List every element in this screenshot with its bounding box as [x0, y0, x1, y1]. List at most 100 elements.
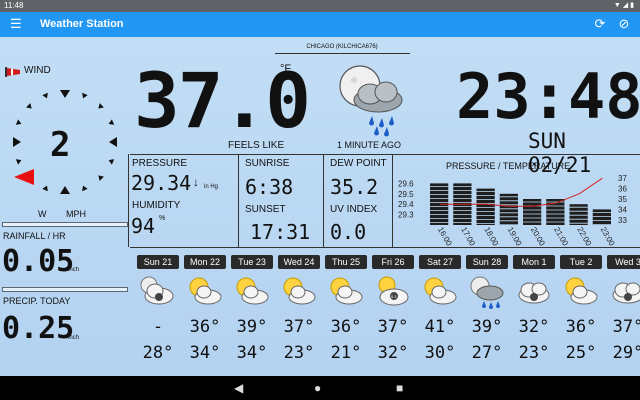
cloudy-icon [513, 273, 555, 309]
forecast-low: 34° [236, 343, 268, 363]
forecast-day-3[interactable]: Wed 24 [278, 255, 320, 269]
compass-tick [98, 175, 104, 181]
chart-left-tick: 29.5 [398, 190, 414, 199]
cloudy-icon [607, 273, 640, 309]
home-icon[interactable]: ● [314, 380, 321, 396]
compass-tick [82, 92, 88, 99]
chart-x-tick: 20:00 [529, 226, 547, 248]
forecast-day-9[interactable]: Tue 2 [560, 255, 602, 269]
refresh-icon[interactable]: ⟳ [592, 16, 608, 32]
forecast-day-4[interactable]: Thu 25 [325, 255, 367, 269]
partly-cloudy-icon [278, 273, 320, 309]
recents-icon[interactable]: ■ [396, 380, 403, 396]
menu-icon[interactable]: ☰ [10, 17, 24, 31]
partly-cloudy-night-icon [137, 273, 179, 309]
status-icons: ▼◢▮ [613, 2, 636, 9]
clock-time: 23:48 [456, 60, 640, 133]
precip-label: PRECIP. TODAY [3, 296, 71, 306]
partly-cloudy-icon [560, 273, 602, 309]
chart-x-tick: 16:00 [436, 226, 454, 248]
chart-bar [523, 199, 542, 225]
precip-value: 0.25 [2, 311, 75, 346]
status-time: 11:48 [4, 1, 24, 10]
forecast-day-6[interactable]: Sat 27 [419, 255, 461, 269]
divider [392, 154, 393, 247]
rain-night-icon [466, 273, 508, 309]
forecast-high: 37° [377, 317, 409, 337]
chart-x-tick: 18:00 [482, 226, 500, 248]
pressure-value: 29.34 [131, 171, 192, 195]
humidity-label: HUMIDITY [132, 200, 181, 211]
partly-cloudy-icon [325, 273, 367, 309]
forecast-high: 41° [424, 317, 456, 337]
forecast-low: 29° [612, 343, 640, 363]
forecast-high: - [152, 317, 164, 337]
forecast-high: 36° [565, 317, 597, 337]
compass-tick [98, 103, 104, 109]
forecast-day-7[interactable]: Sun 28 [466, 255, 508, 269]
weather-dashboard: CHICAGO (KILCHICA676) WIND 2 W MPH RAINF… [0, 37, 640, 376]
status-bar: 11:48 ▼◢▮ [0, 0, 640, 12]
compass-tick [60, 186, 70, 194]
compass-tick [82, 185, 88, 192]
forecast-day-1[interactable]: Mon 22 [184, 255, 226, 269]
chart-right-tick: 33 [618, 216, 627, 225]
forecast-day-0[interactable]: Sun 21 [137, 255, 179, 269]
chart-x-tick: 21:00 [552, 226, 570, 248]
dew-point-value: 35.2 [330, 175, 379, 199]
chart-right-tick: 34 [618, 205, 627, 214]
wind-unit: MPH [66, 209, 86, 219]
wind-speed: 2 [50, 125, 71, 165]
app-bar: ☰ Weather Station ⟳ ⊘ [0, 12, 640, 37]
navigation-bar: ◀ ● ■ [0, 376, 640, 400]
forecast-high: 36° [330, 317, 362, 337]
forecast-high: 37° [612, 317, 640, 337]
forecast-high: 37° [283, 317, 315, 337]
divider [323, 154, 324, 247]
forecast-high: 39° [236, 317, 268, 337]
precip-gauge [2, 287, 128, 292]
update-ago: 1 MINUTE AGO [337, 140, 402, 150]
partly-cloudy-icon [231, 273, 273, 309]
chart-right-tick: 36 [618, 185, 627, 194]
sunrise-value: 6:38 [245, 175, 294, 199]
compass-tick [108, 159, 115, 165]
block-icon[interactable]: ⊘ [616, 16, 632, 32]
forecast-day-5[interactable]: Fri 26 [372, 255, 414, 269]
forecast-day-2[interactable]: Tue 23 [231, 255, 273, 269]
divider [275, 53, 410, 54]
wind-direction-arrow-icon [14, 169, 34, 185]
forecast-low: 32° [377, 343, 409, 363]
forecast-low: 28° [142, 343, 174, 363]
forecast-day-8[interactable]: Mon 1 [513, 255, 555, 269]
back-icon[interactable]: ◀ [234, 380, 243, 396]
chart-x-tick: 17:00 [459, 226, 477, 248]
wind-direction: W [38, 209, 47, 219]
compass-tick [13, 137, 21, 147]
compass-tick [15, 119, 22, 125]
forecast-low: 34° [189, 343, 221, 363]
feels-like-label: FEELS LIKE [228, 140, 285, 151]
chart-x-tick: 22:00 [575, 226, 593, 248]
forecast-day-10[interactable]: Wed 3 [607, 255, 640, 269]
wind-label: WIND [24, 65, 51, 76]
pressure-unit: in Hg [204, 184, 219, 190]
pressure-trend-icon: ↓ [193, 175, 199, 189]
rain-night-icon [339, 65, 403, 137]
chart-x-tick: 23:00 [599, 226, 617, 248]
sunrise-label: SUNRISE [245, 158, 290, 169]
uv-index-label: UV INDEX [330, 204, 378, 215]
compass-tick [108, 119, 115, 125]
compass-tick [109, 137, 117, 147]
forecast-low: 25° [565, 343, 597, 363]
chart-right-tick: 37 [618, 174, 627, 183]
pressure-label: PRESSURE [132, 158, 188, 169]
forecast-low: 23° [518, 343, 550, 363]
compass-tick [15, 159, 22, 165]
chart-left-tick: 29.3 [398, 211, 414, 220]
temperature-unit: °F [280, 63, 292, 75]
windsock-icon [5, 65, 21, 77]
rainfall-unit: inch [68, 267, 80, 273]
partly-cloudy-icon [184, 273, 226, 309]
humidity-unit: % [159, 215, 166, 222]
